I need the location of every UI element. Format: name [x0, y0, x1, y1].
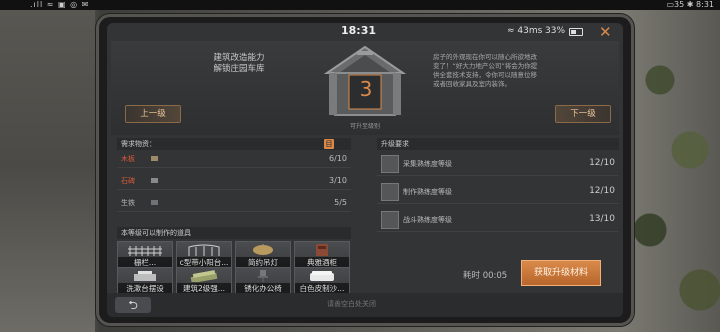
back-icon[interactable]: ⮌: [115, 297, 151, 313]
gathering-skill-icon: [381, 155, 399, 173]
ability-line-1: 建筑改造能力: [213, 53, 265, 63]
next-level-button[interactable]: 下一级: [555, 105, 611, 123]
tablet-screen: 18:31 ≈ 43ms 33% ✕ 建筑改造能力 解锁庄园车库 上一级 3 可…: [107, 23, 623, 317]
previous-level-button[interactable]: 上一级: [125, 105, 181, 123]
level-label: 可升至级别: [349, 123, 380, 130]
craftable-item[interactable]: 锈化办公椅: [235, 267, 291, 295]
stone-icon: [151, 178, 158, 183]
materials-list-icon[interactable]: 目: [324, 139, 334, 149]
requirement-value: 12/10: [589, 158, 615, 168]
material-count: 3/10: [329, 176, 347, 185]
crafting-skill-icon: [381, 183, 399, 201]
craftable-item[interactable]: c型带小阳台...: [176, 241, 232, 269]
clock: 18:31: [341, 24, 377, 37]
office-chair-icon: [258, 270, 268, 282]
craftable-item[interactable]: 栅栏...: [117, 241, 173, 269]
wifi-icon: ≈ 43ms: [507, 26, 543, 36]
fence-icon: [128, 246, 162, 256]
level-description: 房子的外观现在你可以随心所欲地改变了！“好大力地产公司”将会为你提供全套技术支持…: [433, 53, 538, 88]
background-foliage: [630, 0, 720, 332]
system-indicators: .ıll ≈ ▣ ◎ ✉: [30, 0, 90, 9]
tablet-frame: 18:31 ≈ 43ms 33% ✕ 建筑改造能力 解锁庄园车库 上一级 3 可…: [96, 14, 634, 326]
wood-icon: [151, 156, 158, 161]
sofa-icon: [310, 271, 334, 281]
material-name: 木板: [121, 155, 135, 163]
tablet-status-bar: 18:31 ≈ 43ms 33% ✕: [107, 23, 623, 41]
system-clock: ▭35 ✱ 8:31: [666, 0, 715, 9]
requirement-name: 战斗熟练度等级: [403, 216, 452, 224]
material-name: 生铁: [121, 199, 135, 207]
combat-skill-icon: [381, 211, 399, 229]
materials-header: 需求物资：: [117, 138, 351, 150]
requirement-row: 战斗熟练度等级 13/10: [377, 209, 619, 232]
washstand-icon: [134, 271, 156, 281]
wine-cabinet-icon: [316, 244, 328, 256]
requirement-value: 12/10: [589, 186, 615, 196]
battery-icon: [569, 28, 583, 36]
craftable-item[interactable]: 洗漱台摆设: [117, 267, 173, 295]
system-status-bar: .ıll ≈ ▣ ◎ ✉ ▭35 ✱ 8:31: [0, 0, 720, 10]
building-material-icon: [190, 270, 218, 282]
network-latency: 43ms: [517, 26, 543, 36]
requirement-name: 制作熟练度等级: [403, 188, 452, 196]
craftable-item[interactable]: 白色皮制沙...: [294, 267, 350, 295]
iron-icon: [151, 200, 158, 205]
ability-text: 建筑改造能力 解锁庄园车库: [199, 53, 279, 75]
get-upgrade-materials-button[interactable]: 获取升级材料: [521, 260, 601, 286]
material-count: 5/5: [334, 198, 347, 207]
requirement-value: 13/10: [589, 214, 615, 224]
requirement-row: 制作熟练度等级 12/10: [377, 181, 619, 204]
ability-line-2: 解锁庄园车库: [213, 64, 265, 74]
bottom-bar: ⮌ 请善空白处关闭: [107, 293, 623, 317]
requirement-name: 采集熟练度等级: [403, 160, 452, 168]
house-level-emblem: 3: [317, 43, 413, 119]
craftable-items-header: 本等级可以制作的道具: [117, 227, 351, 239]
background-wall: [0, 0, 95, 332]
level-number: 3: [359, 77, 373, 101]
upgrade-time: 耗时 00:05: [463, 271, 508, 281]
battery-percent: 33%: [545, 26, 566, 36]
material-row: 生铁 5/5: [117, 195, 351, 212]
craftable-item[interactable]: 典雅酒柜: [294, 241, 350, 269]
requirements-header: 升级要求: [377, 138, 619, 150]
material-row: 木板 6/10: [117, 151, 351, 168]
material-count: 6/10: [329, 154, 347, 163]
material-row: 石碑 3/10: [117, 173, 351, 190]
upgrade-header: 建筑改造能力 解锁庄园车库 上一级 3 可升至级别 房子的外观现在你可以随心所欲…: [111, 41, 619, 135]
close-icon[interactable]: ✕: [599, 23, 612, 41]
balcony-fence-icon: [188, 244, 220, 256]
requirement-row: 采集熟练度等级 12/10: [377, 153, 619, 176]
close-hint: 请善空白处关闭: [327, 300, 376, 308]
craftable-item[interactable]: 简约吊灯: [235, 241, 291, 269]
material-name: 石碑: [121, 177, 135, 185]
craftable-item[interactable]: 建筑2级强...: [176, 267, 232, 295]
ceiling-lamp-icon: [253, 244, 273, 255]
